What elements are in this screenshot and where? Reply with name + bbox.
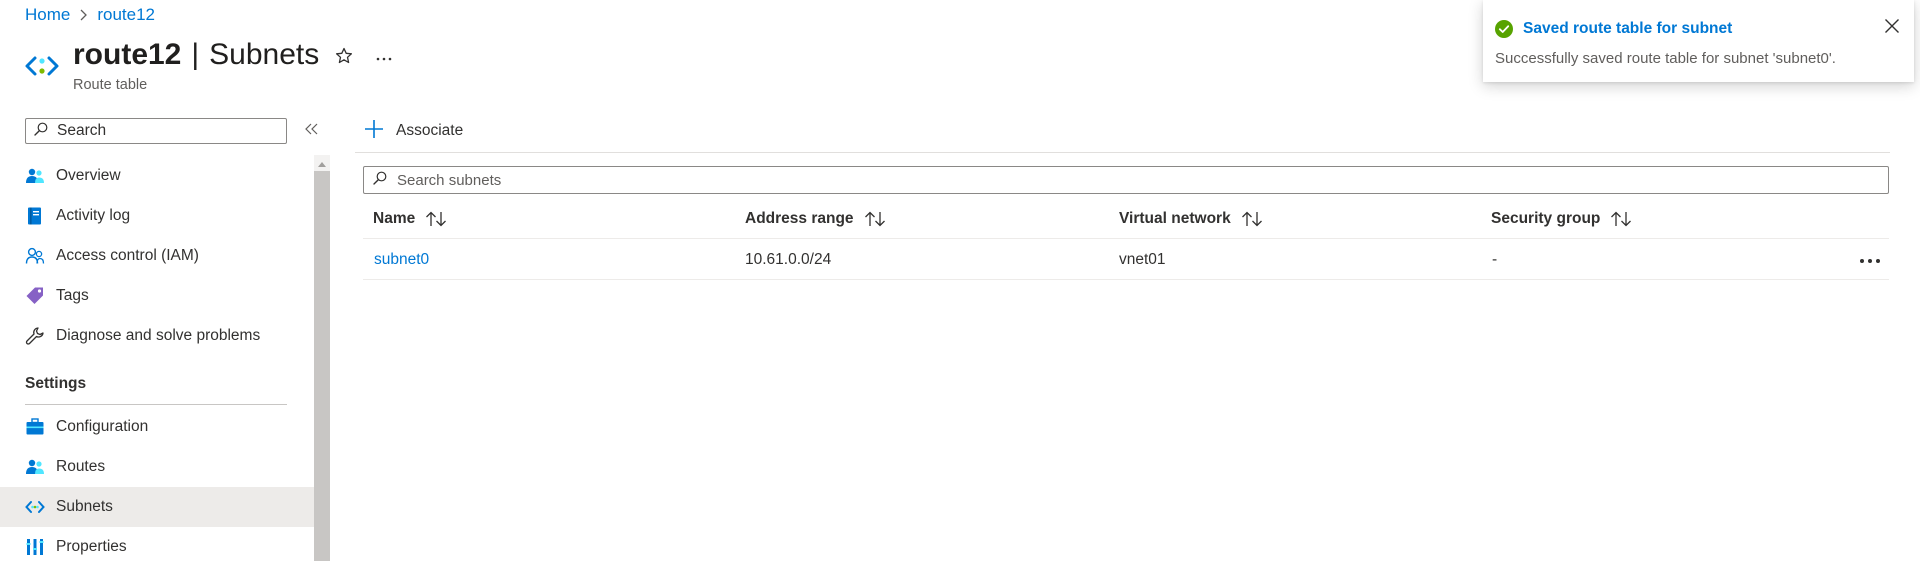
sidebar-item-label: Subnets [56,498,113,515]
plus-icon [364,119,384,144]
sidebar-item-properties[interactable]: Properties [0,527,314,567]
properties-icon [25,537,45,557]
column-header-label: Security group [1491,210,1601,227]
close-icon [1884,18,1900,39]
notification-toast: Saved route table for subnet Successfull… [1483,0,1914,82]
sidebar-item-label: Overview [56,167,121,184]
sidebar-item-access-control[interactable]: Access control (IAM) [0,236,314,276]
page-subtitle: Route table [73,77,148,93]
toast-title: Saved route table for subnet [1523,20,1733,37]
users-icon [25,246,45,266]
header-divider [363,238,1889,239]
tag-icon [25,286,45,306]
sidebar-scrollbar[interactable] [314,155,330,561]
address-range-cell: 10.61.0.0/24 [745,251,832,268]
column-header-label: Address range [745,210,854,227]
log-book-icon [25,206,45,226]
sidebar-item-diagnose[interactable]: Diagnose and solve problems [0,316,314,356]
security-group-cell: - [1492,251,1498,268]
subnet-name-link[interactable]: subnet0 [374,251,429,269]
close-notification-button[interactable] [1881,17,1903,39]
resource-name: route12 [73,38,182,71]
toolbox-icon [25,417,45,437]
breadcrumb: Home route12 [25,4,155,26]
sidebar-item-configuration[interactable]: Configuration [0,407,314,447]
sidebar-item-tags[interactable]: Tags [0,276,314,316]
collapse-sidebar-button[interactable] [301,120,323,142]
sort-icon [1610,211,1632,227]
sidebar-item-label: Properties [56,538,127,555]
sidebar-search[interactable] [25,118,287,144]
column-header-label: Virtual network [1119,210,1231,227]
associate-label: Associate [396,122,464,139]
success-check-icon [1495,20,1513,38]
sort-icon [864,211,886,227]
page-title: route12 | Subnets [73,36,319,74]
people-icon [25,166,45,186]
column-header-label: Name [373,210,416,227]
sidebar-item-label: Routes [56,458,106,475]
more-actions-button[interactable] [370,44,398,72]
column-header-security-group[interactable]: Security group [1491,208,1632,230]
search-icon [373,171,387,190]
sort-icon [1241,211,1263,227]
search-icon [34,122,48,141]
row-divider [363,279,1889,280]
scroll-up-button[interactable] [314,155,330,171]
ellipsis-icon [375,49,393,67]
sidebar-item-activity-log[interactable]: Activity log [0,196,314,236]
people-icon [25,457,45,477]
favorite-button[interactable] [330,44,358,72]
associate-button[interactable]: Associate [364,118,463,144]
wrench-icon [25,326,45,346]
ellipsis-icon [1859,251,1881,269]
column-header-virtual-network[interactable]: Virtual network [1119,208,1263,230]
sidebar-item-label: Access control (IAM) [56,247,199,264]
sidebar-item-label: Diagnose and solve problems [56,327,261,344]
toolbar-divider [355,152,1890,153]
sidebar-item-label: Tags [56,287,89,304]
route-table-icon [24,52,60,80]
column-header-address-range[interactable]: Address range [745,208,886,230]
virtual-network-cell: vnet01 [1119,251,1166,268]
breadcrumb-home-link[interactable]: Home [25,5,70,25]
sidebar-item-routes[interactable]: Routes [0,447,314,487]
settings-section-header: Settings [25,375,87,392]
sidebar-item-subnets[interactable]: Subnets [0,487,314,527]
subnets-search-input[interactable] [395,170,1879,190]
caret-up-icon [318,154,326,172]
breadcrumb-route12-link[interactable]: route12 [97,5,155,25]
star-icon [335,47,353,70]
double-chevron-left-icon [305,122,319,140]
sidebar-item-label: Configuration [56,418,149,435]
column-header-name[interactable]: Name [373,208,447,230]
sidebar-item-overview[interactable]: Overview [0,156,314,196]
chevron-right-icon [79,9,88,21]
section-divider [25,404,287,405]
title-separator: | [191,38,200,71]
page-name: Subnets [209,38,320,71]
subnet-icon [25,497,45,517]
sort-icon [425,211,447,227]
sidebar-search-input[interactable] [55,121,279,141]
row-more-actions-button[interactable] [1857,250,1883,270]
toast-message: Successfully saved route table for subne… [1495,50,1836,67]
sidebar-item-label: Activity log [56,207,131,224]
subnets-search[interactable] [363,166,1889,194]
